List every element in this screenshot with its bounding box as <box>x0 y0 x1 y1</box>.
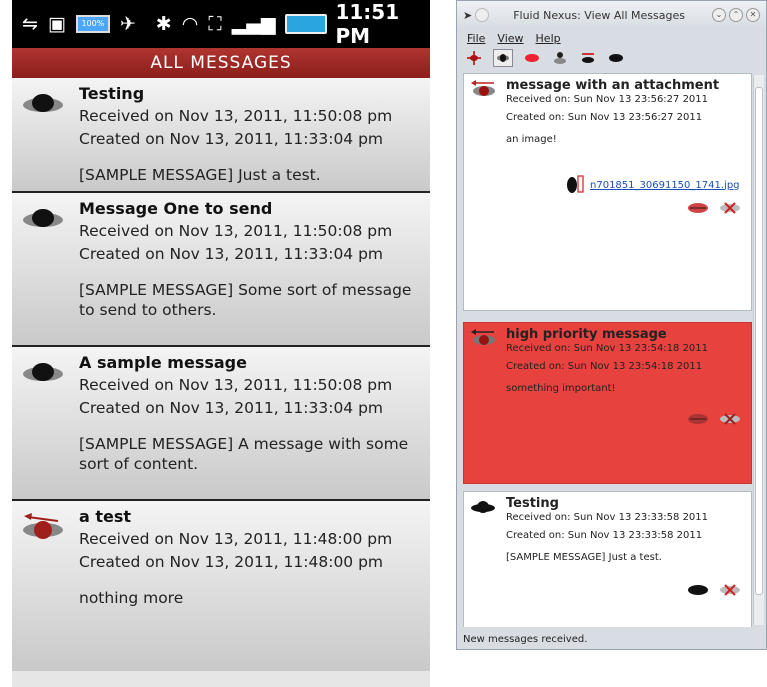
message-created: Created on: Sun Nov 13 23:54:18 2011 <box>506 361 703 372</box>
message-actions <box>687 584 741 596</box>
public-icon[interactable] <box>607 50 625 66</box>
menu-file[interactable]: File <box>467 32 485 45</box>
message-title: Message One to send <box>79 199 273 218</box>
message-created: Created on: Sun Nov 13 23:56:27 2011 <box>506 112 703 123</box>
message-item[interactable]: Testing Received on Nov 13, 2011, 11:50:… <box>12 78 430 193</box>
wifi-icon: ◠ <box>181 13 199 35</box>
message-actions <box>687 202 741 214</box>
message-actions <box>687 413 741 425</box>
minimize-icon[interactable]: ⌄ <box>712 8 726 22</box>
outgoing-icon[interactable] <box>523 50 541 66</box>
toolbar <box>457 47 766 69</box>
battery-badge-icon: 100% <box>75 15 110 33</box>
edit-icon[interactable] <box>687 202 709 214</box>
delete-icon[interactable] <box>719 584 741 596</box>
edit-icon[interactable] <box>687 584 709 596</box>
message-received: Received on Nov 13, 2011, 11:50:08 pm <box>79 107 393 125</box>
sent-icon <box>23 94 63 112</box>
message-body: [SAMPLE MESSAGE] Just a test. <box>506 552 662 563</box>
new-message-icon[interactable] <box>465 50 483 66</box>
delete-icon[interactable] <box>719 413 741 425</box>
message-body: something important! <box>506 383 616 394</box>
message-body: nothing more <box>79 589 184 607</box>
message-received: Received on: Sun Nov 13 23:56:27 2011 <box>506 94 709 105</box>
sent-icon <box>23 363 63 381</box>
status-bar: ⇋ ▣ 100% ✈ ✱ ◠ ⛶ ▂▄▆ 11:51 PM <box>12 0 430 48</box>
attachment-filename: n701851_30691150_1741.jpg <box>590 179 740 191</box>
maximize-icon[interactable]: ⌃ <box>729 8 743 22</box>
message-item[interactable]: a test Received on Nov 13, 2011, 11:48:0… <box>12 501 430 671</box>
message-received: Received on Nov 13, 2011, 11:50:08 pm <box>79 222 393 240</box>
menu-bar: File View Help <box>457 29 766 47</box>
outgoing-icon <box>471 329 495 345</box>
app-menu-icon[interactable]: ➤ <box>463 9 472 22</box>
window-title: Fluid Nexus: View All Messages <box>513 8 685 22</box>
priority-icon[interactable] <box>579 50 597 66</box>
show-all-icon[interactable] <box>493 49 513 67</box>
window-titlebar: ➤ Fluid Nexus: View All Messages ⌄ ⌃ ✕ <box>457 1 766 29</box>
message-received: Received on: Sun Nov 13 23:33:58 2011 <box>506 512 709 523</box>
menu-help[interactable]: Help <box>536 32 561 45</box>
message-body: [SAMPLE MESSAGE] Just a test. <box>79 166 321 184</box>
usb-icon: ⇋ <box>22 13 38 35</box>
message-created: Created on: Sun Nov 13 23:33:58 2011 <box>506 530 703 541</box>
message-card-high-priority[interactable]: high priority message Received on: Sun N… <box>463 322 752 484</box>
signal-icon: ▂▄▆ <box>231 13 276 35</box>
close-icon[interactable]: ✕ <box>746 8 760 22</box>
message-card[interactable]: Testing Received on: Sun Nov 13 23:33:58… <box>463 491 752 627</box>
message-title: A sample message <box>79 353 247 372</box>
message-item[interactable]: Message One to send Received on Nov 13, … <box>12 193 430 347</box>
attachment-link[interactable]: n701851_30691150_1741.jpg <box>564 172 740 198</box>
outgoing-red-icon <box>23 513 63 539</box>
outgoing-icon <box>471 80 495 96</box>
network-icon: ⛶ <box>208 13 222 35</box>
android-screen: ⇋ ▣ 100% ✈ ✱ ◠ ⛶ ▂▄▆ 11:51 PM ALL MESSAG… <box>12 0 430 687</box>
attachment-icon <box>567 175 584 193</box>
message-received: Received on: Sun Nov 13 23:54:18 2011 <box>506 343 709 354</box>
message-card[interactable]: message with an attachment Received on: … <box>463 73 752 311</box>
edit-icon[interactable] <box>687 413 709 425</box>
status-bar-text: New messages received. <box>463 634 588 645</box>
sent-icon <box>23 209 63 227</box>
message-title: message with an attachment <box>506 78 720 93</box>
delete-icon[interactable] <box>719 202 741 214</box>
blacklist-icon[interactable] <box>551 50 569 66</box>
message-title: Testing <box>506 496 559 511</box>
message-created: Created on Nov 13, 2011, 11:33:04 pm <box>79 245 384 263</box>
desktop-window: ➤ Fluid Nexus: View All Messages ⌄ ⌃ ✕ F… <box>456 0 767 650</box>
message-body: [SAMPLE MESSAGE] Some sort of message to… <box>79 281 412 319</box>
message-title: a test <box>79 507 132 526</box>
message-title: Testing <box>79 84 145 103</box>
menu-view[interactable]: View <box>497 32 523 45</box>
pin-icon[interactable] <box>475 8 490 22</box>
android-debug-icon: ▣ <box>47 13 66 35</box>
message-created: Created on Nov 13, 2011, 11:33:04 pm <box>79 399 384 417</box>
bluetooth-icon: ✱ <box>155 13 172 35</box>
message-title: high priority message <box>506 327 667 342</box>
message-list: message with an attachment Received on: … <box>463 73 752 627</box>
scrollbar[interactable] <box>753 75 764 625</box>
message-received: Received on Nov 13, 2011, 11:50:08 pm <box>79 376 393 394</box>
message-received: Received on Nov 13, 2011, 11:48:00 pm <box>79 530 393 548</box>
notification-icon: ✈ <box>119 13 136 35</box>
scrollbar-thumb[interactable] <box>755 87 763 595</box>
message-body: [SAMPLE MESSAGE] A message with some sor… <box>79 435 409 473</box>
public-icon <box>471 501 495 513</box>
page-title: ALL MESSAGES <box>12 48 430 78</box>
message-body: an image! <box>506 134 557 145</box>
message-item[interactable]: A sample message Received on Nov 13, 201… <box>12 347 430 501</box>
battery-icon <box>285 14 328 34</box>
message-created: Created on Nov 13, 2011, 11:33:04 pm <box>79 130 384 148</box>
clock: 11:51 PM <box>335 0 400 48</box>
message-created: Created on Nov 13, 2011, 11:48:00 pm <box>79 553 384 571</box>
